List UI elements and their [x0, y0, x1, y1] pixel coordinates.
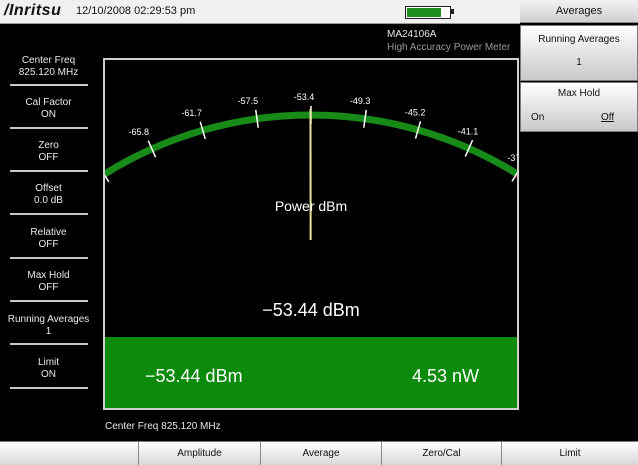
offset-value: 0.0 dB — [34, 195, 63, 206]
running-averages-softkey-value: 1 — [576, 57, 582, 68]
zero-label: Zero — [38, 140, 59, 151]
battery-level-fill — [407, 8, 441, 17]
divider — [10, 127, 88, 129]
max-hold-off-option: Off — [601, 112, 615, 123]
limit-value: ON — [41, 369, 56, 380]
cal-factor-status: Cal Factor ON — [0, 97, 97, 121]
divider — [10, 257, 88, 259]
max-hold-softkey-label: Max Hold — [557, 88, 601, 99]
gauge-tick-label: -53.4 — [294, 92, 315, 102]
max-hold-status: Max Hold OFF — [0, 270, 97, 294]
running-averages-softkey[interactable]: Running Averages 1 — [520, 25, 638, 81]
gauge-tick-label: -45.2 — [405, 108, 426, 118]
sensor-model: MA24106A — [387, 29, 437, 40]
gauge-tick-label: -57.5 — [238, 96, 259, 106]
menu-title: Averages — [520, 0, 638, 23]
zero-cal-key[interactable]: Zero/Cal — [381, 442, 501, 465]
limit-key[interactable]: Limit — [501, 442, 638, 465]
divider — [10, 170, 88, 172]
amplitude-key[interactable]: Amplitude — [138, 442, 260, 465]
meter-display: -74.0-69.9-65.8-61.7-57.5-53.4-49.3-45.2… — [103, 58, 519, 410]
battery-icon — [405, 6, 451, 19]
running-averages-value: 1 — [45, 326, 52, 337]
max-hold-softkey[interactable]: Max Hold On Off — [520, 82, 638, 132]
zero-value: OFF — [38, 152, 59, 163]
max-hold-on-option: On — [531, 112, 545, 123]
status-bar: /Inritsu 12/10/2008 02:29:53 pm — [0, 0, 520, 24]
main-power-reading: −53.44 dBm — [262, 300, 360, 320]
max-hold-label: Max Hold — [27, 270, 70, 281]
readout-band: −53.44 dBm 4.53 nW — [105, 337, 517, 408]
cal-factor-label: Cal Factor — [25, 97, 72, 108]
divider — [10, 84, 88, 86]
function-key-blank[interactable] — [0, 442, 138, 465]
gauge-tick-label: -61.7 — [181, 108, 202, 118]
center-freq-footer: Center Freq 825.120 MHz — [105, 421, 221, 432]
instrument-screen: /Inritsu 12/10/2008 02:29:53 pm Center F… — [0, 0, 638, 465]
sensor-description: High Accuracy Power Meter — [387, 42, 511, 53]
readout-nanowatts: 4.53 nW — [411, 366, 479, 386]
running-averages-label: Running Averages — [7, 314, 90, 325]
limit-label: Limit — [37, 357, 60, 368]
average-key[interactable]: Average — [260, 442, 381, 465]
function-key-bar: Amplitude Average Zero/Cal Limit — [0, 441, 638, 465]
gauge-tick-label: -41.1 — [458, 127, 479, 137]
divider — [10, 213, 88, 215]
softkey-menu: Averages Running Averages 1 Max Hold On … — [520, 0, 638, 441]
relative-label: Relative — [30, 227, 67, 238]
power-unit-label: Power dBm — [274, 198, 348, 214]
running-averages-softkey-label: Running Averages — [538, 34, 620, 45]
offset-status: Offset 0.0 dB — [0, 183, 97, 207]
gauge-tick-label: -49.3 — [350, 96, 371, 106]
center-freq-label: Center Freq — [21, 55, 76, 66]
center-freq-value: 825.120 MHz — [18, 67, 79, 78]
left-status-panel: Center Freq 825.120 MHz Cal Factor ON Ze… — [0, 24, 97, 414]
center-freq-status: Center Freq 825.120 MHz — [0, 55, 97, 79]
readout-dbm: −53.44 dBm — [145, 366, 243, 386]
date-time: 12/10/2008 02:29:53 pm — [76, 5, 196, 17]
cal-factor-value: ON — [41, 109, 56, 120]
divider — [10, 343, 88, 345]
offset-label: Offset — [35, 183, 62, 194]
battery-tip — [451, 9, 454, 14]
gauge-tick-label: -65.8 — [129, 127, 150, 137]
gauge-tick-label: -37.0 — [507, 153, 517, 163]
limit-status: Limit ON — [0, 357, 97, 381]
divider — [10, 300, 88, 302]
anritsu-logo: /Inritsu — [4, 2, 62, 19]
zero-status: Zero OFF — [0, 140, 97, 164]
running-averages-status: Running Averages 1 — [0, 314, 97, 338]
relative-value: OFF — [38, 239, 59, 250]
max-hold-value: OFF — [38, 282, 59, 293]
divider — [10, 387, 88, 389]
relative-status: Relative OFF — [0, 227, 97, 251]
